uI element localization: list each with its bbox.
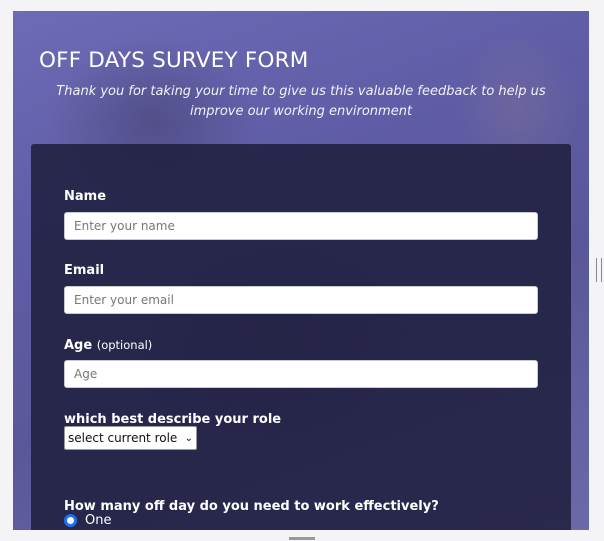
survey-form: Name Email Age (optional) which best des… — [31, 144, 571, 530]
resize-handle-icon[interactable] — [596, 258, 602, 282]
bottom-drag-handle-icon[interactable] — [289, 537, 315, 540]
age-label: Age (optional) — [64, 338, 152, 353]
offdays-option-one[interactable]: One — [64, 513, 111, 528]
page-title: OFF DAYS SURVEY FORM — [39, 48, 309, 73]
role-select-value: select current role — [68, 431, 178, 445]
email-label: Email — [64, 263, 105, 278]
role-select[interactable]: select current role ⌄ — [64, 426, 197, 450]
page-background: OFF DAYS SURVEY FORM Thank you for takin… — [13, 11, 589, 530]
email-input[interactable] — [64, 286, 538, 314]
offdays-option-label: One — [85, 513, 112, 528]
age-label-text: Age — [64, 338, 93, 353]
chevron-down-icon: ⌄ — [184, 432, 193, 444]
role-label: which best describe your role — [64, 412, 282, 427]
offdays-question: How many off day do you need to work eff… — [64, 499, 439, 514]
page-description: Thank you for taking your time to give u… — [56, 84, 546, 119]
name-input[interactable] — [64, 212, 538, 240]
age-input[interactable] — [64, 360, 538, 388]
age-optional-hint: (optional) — [96, 338, 153, 352]
name-label: Name — [64, 189, 107, 204]
radio-button[interactable] — [64, 514, 77, 527]
